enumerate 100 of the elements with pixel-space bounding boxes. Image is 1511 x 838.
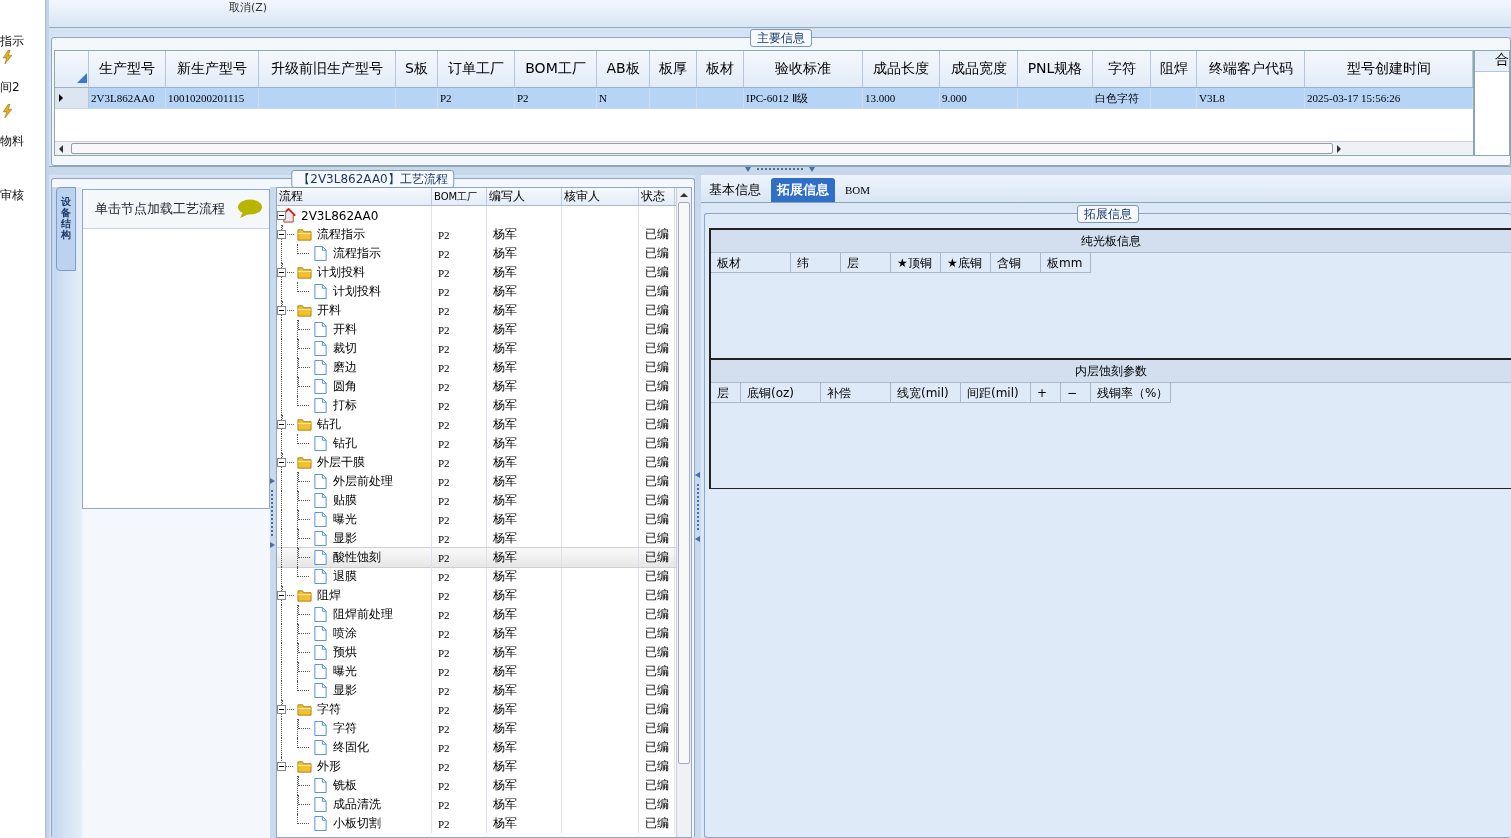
menu-item-label[interactable]: 审核 [0, 186, 45, 204]
column-header[interactable]: 编写人 [487, 188, 562, 205]
tree-row[interactable]: 外形 P2 杨军 已编 [277, 757, 677, 776]
scroll-left-icon[interactable] [58, 144, 64, 153]
vertical-scrollbar[interactable] [676, 188, 691, 837]
tree-row[interactable]: 外层前处理 P2 杨军 已编 [277, 472, 677, 491]
column-header[interactable]: 阻焊 [1151, 51, 1197, 87]
folder-icon [297, 702, 312, 717]
column-header[interactable]: BOM工厂 [432, 188, 487, 205]
column-header[interactable]: 成品长度 [863, 51, 940, 87]
column-header[interactable]: 新生产型号 [166, 51, 259, 87]
column-header[interactable]: 升级前旧生产型号 [259, 51, 396, 87]
collapse-toggle-icon[interactable] [277, 420, 286, 429]
column-header[interactable]: 间距(mil) [961, 383, 1031, 403]
tree-row[interactable]: 酸性蚀刻 P2 杨军 已编 [277, 548, 677, 567]
column-header[interactable]: ★底铜 [941, 253, 991, 273]
tree-row[interactable]: 贴膜 P2 杨军 已编 [277, 491, 677, 510]
column-header[interactable]: 板材 [711, 253, 791, 273]
tree-row[interactable]: 铣板 P2 杨军 已编 [277, 776, 677, 795]
column-header[interactable]: AB板 [597, 51, 650, 87]
tree-row[interactable]: 字符 P2 杨军 已编 [277, 719, 677, 738]
menu-item-label[interactable]: 物料 [0, 132, 45, 150]
column-header[interactable]: + [1031, 383, 1061, 403]
splitter-grip-icon[interactable] [695, 471, 701, 542]
tree-row[interactable]: 预烘 P2 杨军 已编 [277, 643, 677, 662]
collapse-toggle-icon[interactable] [277, 591, 286, 600]
column-header[interactable]: 板mm [1041, 253, 1091, 273]
column-header[interactable]: 型号创建时间 [1305, 51, 1473, 87]
column-header[interactable]: 板材 [697, 51, 744, 87]
tree-row[interactable]: 退膜 P2 杨军 已编 [277, 567, 677, 586]
collapse-toggle-icon[interactable] [277, 230, 286, 239]
tree-row[interactable]: 喷涂 P2 杨军 已编 [277, 624, 677, 643]
tree-row[interactable]: 钻孔 P2 杨军 已编 [277, 415, 677, 434]
horizontal-scrollbar[interactable] [55, 141, 1473, 155]
column-header[interactable]: 终端客户代码 [1197, 51, 1305, 87]
tree-row[interactable]: 外层干膜 P2 杨军 已编 [277, 453, 677, 472]
column-header[interactable]: 状态 [639, 188, 675, 205]
column-header[interactable]: S板 [396, 51, 438, 87]
tree-row[interactable]: 终固化 P2 杨军 已编 [277, 738, 677, 757]
tree-row[interactable]: 计划投料 P2 杨军 已编 [277, 282, 677, 301]
column-header[interactable]: BOM工厂 [515, 51, 597, 87]
tree-row[interactable]: 阻焊前处理 P2 杨军 已编 [277, 605, 677, 624]
collapse-toggle-icon[interactable] [277, 268, 286, 277]
tree-row[interactable]: 2V3L862AA0 [277, 206, 677, 225]
tree-row[interactable]: 曝光 P2 杨军 已编 [277, 510, 677, 529]
column-header[interactable]: 核审人 [562, 188, 639, 205]
tab[interactable]: 基本信息 [703, 178, 767, 202]
table-cell: P2 [438, 532, 450, 545]
collapse-toggle-icon[interactable] [277, 211, 286, 220]
collapse-toggle-icon[interactable] [277, 306, 286, 315]
tab[interactable]: 拓展信息 [771, 178, 835, 202]
column-header[interactable]: 纬 [791, 253, 841, 273]
tree-row[interactable]: 曝光 P2 杨军 已编 [277, 662, 677, 681]
tree-row[interactable]: 流程指示 P2 杨军 已编 [277, 244, 677, 263]
cancel-button[interactable]: 取消(Z) [229, 0, 268, 15]
tree-row[interactable]: 成品清洗 P2 杨军 已编 [277, 795, 677, 814]
scroll-right-icon[interactable] [1336, 144, 1342, 153]
column-header[interactable]: 流程 [277, 188, 432, 205]
side-tab[interactable]: 设备结构 [56, 187, 76, 271]
column-header[interactable]: 生产型号 [89, 51, 166, 87]
column-header[interactable]: 成品宽度 [940, 51, 1018, 87]
column-header[interactable]: 补偿 [821, 383, 891, 403]
collapse-toggle-icon[interactable] [277, 458, 286, 467]
column-header[interactable]: 订单工厂 [438, 51, 515, 87]
tree-row[interactable]: 开料 P2 杨军 已编 [277, 301, 677, 320]
tree-row[interactable]: 钻孔 P2 杨军 已编 [277, 434, 677, 453]
column-header[interactable]: 合 [1475, 51, 1509, 72]
column-header[interactable]: − [1061, 383, 1091, 403]
table-cell: 13.000 [863, 88, 940, 108]
column-header[interactable]: 残铜率（%） [1091, 383, 1171, 403]
tab[interactable]: BOM [839, 178, 877, 202]
tree-row[interactable]: 磨边 P2 杨军 已编 [277, 358, 677, 377]
tree-row[interactable]: 计划投料 P2 杨军 已编 [277, 263, 677, 282]
tree-row[interactable]: 阻焊 P2 杨军 已编 [277, 586, 677, 605]
column-header[interactable]: 层 [841, 253, 891, 273]
column-header[interactable]: 板厚 [650, 51, 697, 87]
scroll-up-icon[interactable] [680, 192, 688, 198]
splitter-grip-icon[interactable] [745, 167, 815, 173]
column-header[interactable]: PNL规格 [1018, 51, 1093, 87]
menu-item-label[interactable]: 间2 [0, 78, 45, 96]
tree-row[interactable]: 裁切 P2 杨军 已编 [277, 339, 677, 358]
column-header[interactable]: 层 [711, 383, 741, 403]
tree-row[interactable]: 流程指示 P2 杨军 已编 [277, 225, 677, 244]
tree-row[interactable]: 字符 P2 杨军 已编 [277, 700, 677, 719]
collapse-toggle-icon[interactable] [277, 705, 286, 714]
column-header[interactable]: 字符 [1093, 51, 1151, 87]
column-header[interactable]: ★顶铜 [891, 253, 941, 273]
menu-item-label[interactable]: 指示 [0, 32, 45, 50]
tree-row[interactable]: 圆角 P2 杨军 已编 [277, 377, 677, 396]
tree-row[interactable]: 开料 P2 杨军 已编 [277, 320, 677, 339]
column-header[interactable]: 含铜 [991, 253, 1041, 273]
collapse-toggle-icon[interactable] [277, 762, 286, 771]
splitter-grip-icon[interactable] [270, 477, 276, 548]
tree-row[interactable]: 小板切割 P2 杨军 已编 [277, 814, 677, 833]
tree-row[interactable]: 显影 P2 杨军 已编 [277, 681, 677, 700]
table-row[interactable]: 2V3L862AA0 10010200201115 P2 P2 N IPC-6012 Ⅱ级 13.000 9.000 白色字符 V3L8 2025-03-17 15:56:26 [55, 88, 1473, 109]
column-header[interactable]: 线宽(mil) [891, 383, 961, 403]
column-header[interactable]: 验收标准 [744, 51, 863, 87]
tree-row[interactable]: 打标 P2 杨军 已编 [277, 396, 677, 415]
column-header[interactable]: 底铜(oz) [741, 383, 821, 403]
